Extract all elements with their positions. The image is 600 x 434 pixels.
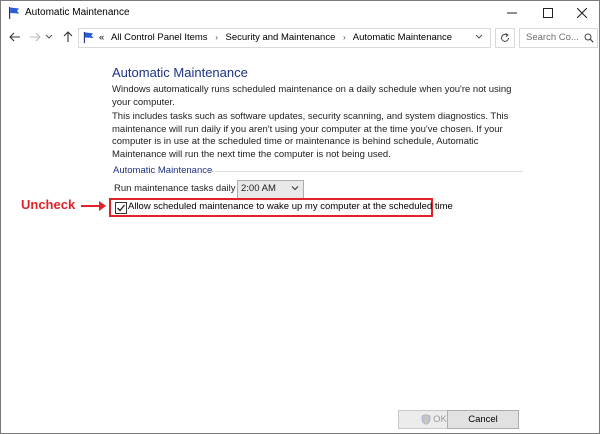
breadcrumb-all-control-panel-items[interactable]: All Control Panel Items — [111, 32, 208, 43]
page-title: Automatic Maintenance — [112, 65, 248, 80]
minimize-icon — [507, 12, 517, 14]
section-divider — [208, 171, 523, 172]
control-panel-flag-icon — [83, 31, 94, 44]
chevron-down-icon — [45, 34, 53, 39]
up-button[interactable] — [59, 28, 77, 46]
arrow-up-icon — [63, 31, 73, 42]
annotation-arrow-icon — [81, 201, 106, 211]
maximize-icon — [543, 8, 553, 18]
close-button[interactable] — [565, 1, 599, 25]
title-bar: Automatic Maintenance — [1, 1, 599, 25]
control-panel-window: Automatic Maintenance « All Control Pane… — [0, 0, 600, 434]
breadcrumb: « › All Control Panel Items › Security a… — [99, 32, 452, 43]
breadcrumb-overflow[interactable]: « — [99, 32, 104, 43]
breadcrumb-separator[interactable]: › — [215, 33, 218, 42]
wake-computer-label[interactable]: Allow scheduled maintenance to wake up m… — [128, 201, 453, 212]
recent-locations-button[interactable] — [43, 28, 55, 46]
admin-shield-icon — [421, 414, 431, 425]
forward-button[interactable] — [26, 28, 44, 46]
cancel-button[interactable]: Cancel — [447, 410, 519, 429]
cancel-label: Cancel — [468, 414, 498, 425]
search-box[interactable]: Search Co... — [519, 28, 598, 48]
maintenance-flag-icon — [9, 7, 20, 19]
breadcrumb-separator[interactable]: › — [343, 33, 346, 42]
window-title: Automatic Maintenance — [25, 7, 130, 18]
wake-computer-checkbox[interactable] — [115, 202, 127, 214]
description-paragraph-1: Windows automatically runs scheduled mai… — [112, 84, 512, 108]
search-icon — [584, 33, 594, 43]
description-paragraph-2: This includes tasks such as software upd… — [112, 111, 509, 160]
ok-label: OK — [433, 414, 447, 425]
section-heading: Automatic Maintenance — [113, 165, 213, 176]
breadcrumb-security-and-maintenance[interactable]: Security and Maintenance — [226, 32, 336, 43]
arrow-right-icon — [30, 32, 41, 42]
run-time-select[interactable]: 2:00 AM — [237, 180, 304, 199]
chevron-down-icon — [291, 186, 299, 191]
back-button[interactable] — [6, 28, 24, 46]
refresh-button[interactable] — [495, 28, 515, 48]
close-icon — [577, 8, 587, 18]
arrow-left-icon — [9, 32, 20, 42]
search-placeholder: Search Co... — [526, 32, 579, 43]
minimize-button[interactable] — [495, 1, 529, 25]
maximize-button[interactable] — [531, 1, 565, 25]
annotation-label: Uncheck — [21, 197, 76, 212]
navigation-bar: « › All Control Panel Items › Security a… — [1, 25, 599, 49]
checkmark-icon — [117, 204, 126, 212]
breadcrumb-automatic-maintenance[interactable]: Automatic Maintenance — [353, 32, 452, 43]
address-dropdown-icon[interactable] — [475, 32, 483, 42]
run-time-value: 2:00 AM — [241, 183, 276, 194]
refresh-icon — [501, 33, 509, 42]
address-bar[interactable]: « › All Control Panel Items › Security a… — [78, 28, 491, 48]
run-time-label: Run maintenance tasks daily at — [114, 183, 247, 194]
